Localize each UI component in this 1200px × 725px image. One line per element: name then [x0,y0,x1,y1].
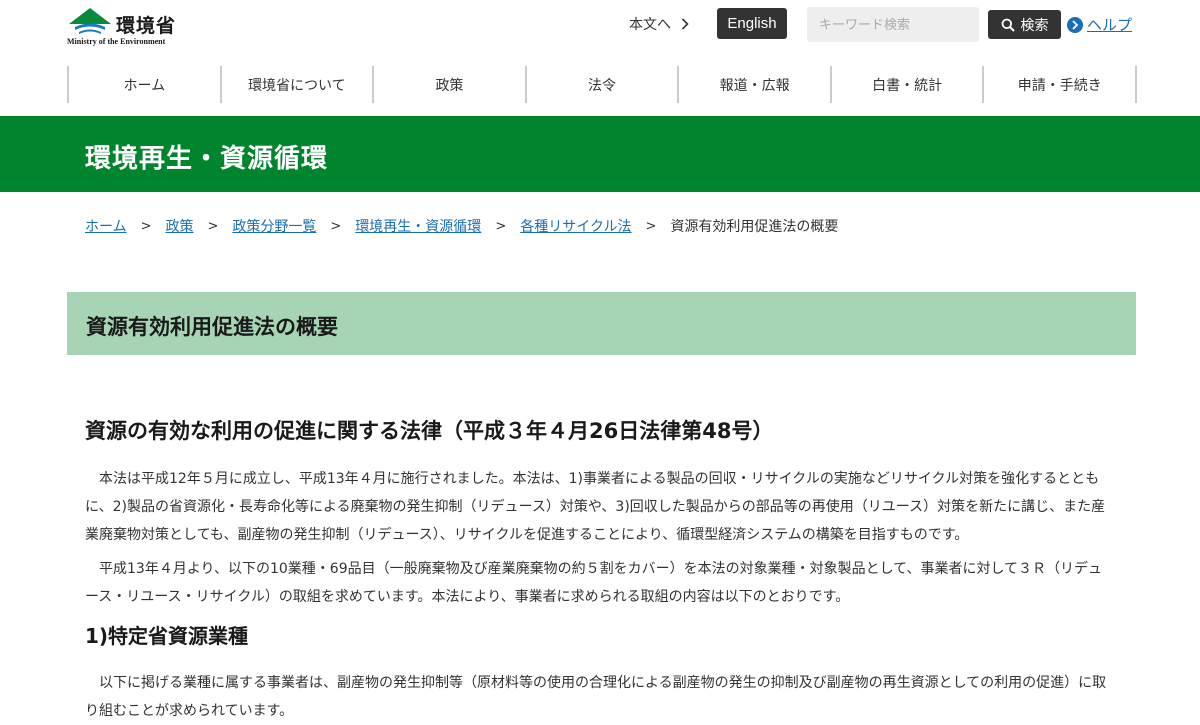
ministry-logo[interactable]: 環境省 Ministry of the Environment [67,6,187,48]
nav-item-about[interactable]: 環境省について [219,66,373,103]
breadcrumb-separator: > [140,218,152,234]
breadcrumb-separator: > [207,218,219,234]
ministry-logo-icon [69,8,111,34]
help-link[interactable]: ヘルプ [1067,14,1132,35]
breadcrumb-separator: > [330,218,342,234]
nav-item-home[interactable]: ホーム [67,66,220,103]
chevron-right-icon [681,18,689,30]
breadcrumb-current: 資源有効利用促進法の概要 [670,219,839,235]
english-button[interactable]: English [717,8,787,39]
breadcrumb-link-recycling[interactable]: 環境再生・資源循環 [355,216,481,236]
breadcrumb-link-policy[interactable]: 政策 [166,216,194,236]
help-arrow-icon [1067,16,1083,33]
page-title: 資源有効利用促進法の概要 [86,315,338,339]
breadcrumb-separator: > [645,218,657,234]
search-input[interactable] [807,7,979,42]
page-title-box: 資源有効利用促進法の概要 [67,292,1136,355]
intro-paragraph: 本法は平成12年５月に成立し、平成13年４月に施行されました。本法は、1)事業者… [85,471,1106,543]
section-banner: 環境再生・資源循環 [0,116,1200,192]
skip-link-label: 本文へ [629,17,671,33]
logo-name: 環境省 [116,15,177,37]
skip-to-content-link[interactable]: 本文へ [629,14,689,34]
site-header: 環境省 Ministry of the Environment 本文へ Engl… [0,0,1200,58]
breadcrumb-separator: > [495,218,507,234]
nav-item-policy[interactable]: 政策 [372,66,525,103]
help-link-label: ヘルプ [1087,16,1133,34]
nav-item-applications[interactable]: 申請・手続き [982,66,1135,103]
subheading-specified-industries: 1)特定省資源業種 [85,624,249,648]
breadcrumb: ホーム > 政策 > 政策分野一覧 > 環境再生・資源循環 > 各種リサイクル法… [85,216,838,236]
breadcrumb-link-policy-list[interactable]: 政策分野一覧 [232,216,316,236]
breadcrumb-link-recycling-laws[interactable]: 各種リサイクル法 [520,216,631,236]
nav-item-press[interactable]: 報道・広報 [677,66,830,103]
nav-item-laws[interactable]: 法令 [524,66,678,103]
law-heading: 資源の有効な利用の促進に関する法律（平成３年４月26日法律第48号） [85,419,774,443]
breadcrumb-link-home[interactable]: ホーム [85,216,127,236]
search-button-label: 検索 [1020,17,1049,34]
scope-paragraph: 平成13年４月より、以下の10業種・69品目（一般廃棄物及び産業廃棄物の約５割を… [85,561,1103,605]
logo-subtitle: Ministry of the Environment [67,37,166,46]
section-title: 環境再生・資源循環 [85,144,329,174]
global-nav: ホーム 環境省について 政策 法令 報道・広報 白書・統計 申請・手続き [67,66,1137,103]
search-icon [1001,18,1015,32]
nav-item-whitepaper[interactable]: 白書・統計 [829,66,983,103]
industries-paragraph: 以下に掲げる業種に属する事業者は、副産物の発生抑制等（原材料等の使用の合理化によ… [85,675,1107,719]
search-button[interactable]: 検索 [988,10,1061,39]
